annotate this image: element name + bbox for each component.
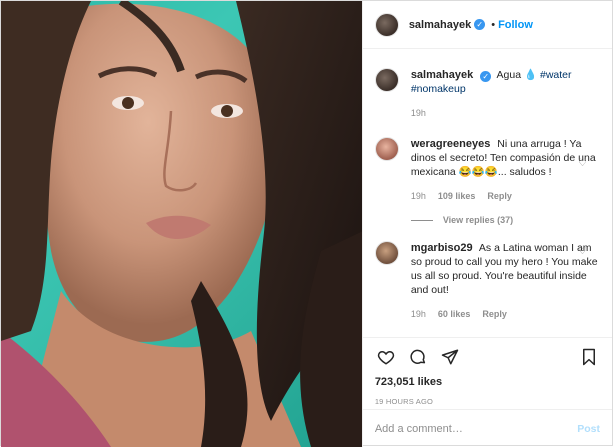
comment-item: weragreeneyes Ni una arruga ! Ya dinos e…: [374, 137, 600, 203]
view-replies-label[interactable]: View replies (37): [443, 215, 513, 225]
comment-likes[interactable]: 60 likes: [438, 307, 471, 321]
comment-icon[interactable]: [407, 346, 429, 368]
commenter-username[interactable]: weragreeneyes: [411, 138, 491, 150]
comment-input[interactable]: [374, 422, 578, 435]
commenter-avatar[interactable]: [374, 241, 399, 265]
author-avatar[interactable]: [374, 12, 399, 37]
follow-button[interactable]: Follow: [498, 19, 533, 31]
share-icon[interactable]: [439, 346, 461, 368]
comment-like-heart-icon[interactable]: ♡: [578, 159, 588, 169]
caption-time: 19h: [410, 108, 426, 118]
reply-button[interactable]: Reply: [487, 189, 512, 203]
commenter-avatar[interactable]: [374, 137, 399, 161]
comment-time: 19h: [410, 191, 426, 201]
reply-button[interactable]: Reply: [482, 307, 507, 321]
likes-count[interactable]: 723,051 likes: [375, 376, 600, 388]
post-comment-button[interactable]: Post: [577, 423, 600, 435]
commenter-username[interactable]: mgarbiso29: [411, 242, 473, 254]
comment-item: mgarbiso29 As a Latina woman I am so pro…: [374, 241, 600, 321]
comments-list[interactable]: salmahayek ✓ Agua 💧 #water #nomakeup 19h …: [363, 50, 612, 337]
replies-line-divider: [410, 219, 433, 221]
caption-meta: 19h: [411, 106, 600, 120]
portrait-photo: [1, 1, 362, 447]
bookmark-icon[interactable]: [578, 346, 600, 368]
instagram-post: salmahayek ✓ • Follow salmahayek ✓ Agua 💧…: [0, 0, 613, 447]
comment-meta: 19h 109 likes Reply: [411, 189, 600, 203]
post-header: salmahayek ✓ • Follow: [362, 1, 612, 49]
post-actions: 723,051 likes 19 HOURS AGO: [362, 337, 612, 406]
comment-time: 19h: [410, 309, 426, 319]
caption-username[interactable]: salmahayek: [411, 69, 473, 81]
water-drop-emoji: 💧: [524, 69, 538, 81]
hashtag-water[interactable]: #water: [540, 69, 572, 81]
hashtag-nomakeup[interactable]: #nomakeup: [411, 83, 466, 95]
caption: salmahayek ✓ Agua 💧 #water #nomakeup 19h: [374, 68, 600, 120]
author-username[interactable]: salmahayek: [409, 19, 471, 31]
comment-like-heart-icon[interactable]: ♡: [578, 247, 588, 257]
caption-avatar[interactable]: [374, 68, 399, 92]
post-timestamp: 19 HOURS AGO: [374, 397, 434, 406]
post-side-panel: salmahayek ✓ • Follow salmahayek ✓ Agua 💧…: [361, 1, 612, 447]
verified-badge-icon: ✓: [480, 71, 492, 82]
caption-text: Agua: [496, 69, 524, 81]
post-photo[interactable]: [1, 1, 362, 447]
verified-badge-icon: ✓: [474, 19, 486, 30]
comment-meta: 19h 60 likes Reply: [411, 307, 600, 321]
separator-dot: •: [491, 18, 496, 31]
heart-icon[interactable]: [375, 346, 397, 368]
comment-likes[interactable]: 109 likes: [438, 189, 476, 203]
add-comment-bar: Post: [362, 409, 612, 447]
action-icon-row: [375, 338, 600, 376]
view-replies-button[interactable]: View replies (37): [410, 215, 600, 225]
